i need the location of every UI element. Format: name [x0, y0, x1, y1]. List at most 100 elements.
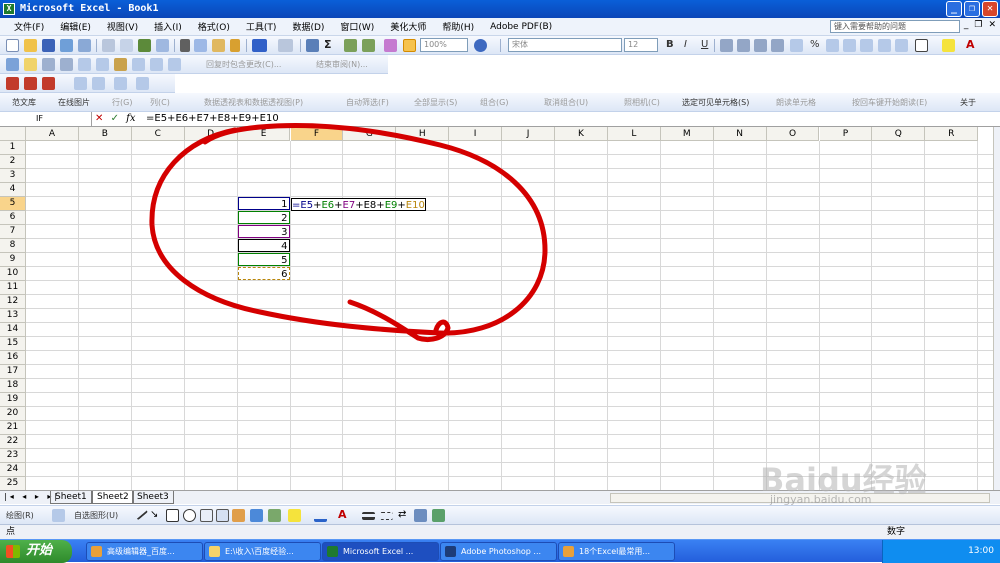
- tool-icon-d[interactable]: [136, 77, 149, 90]
- pdf-convert-icon[interactable]: [6, 77, 19, 90]
- draw-menu-button[interactable]: 绘图(R): [6, 510, 34, 521]
- select-all-corner[interactable]: [0, 127, 26, 141]
- group-button[interactable]: 组合(G): [480, 97, 508, 108]
- select-objects-icon[interactable]: [52, 509, 65, 522]
- autosum-icon[interactable]: Σ: [324, 39, 337, 52]
- paste-icon[interactable]: [212, 39, 225, 52]
- review-icon-1[interactable]: [6, 58, 19, 71]
- pivot-table-button[interactable]: 数据透视表和数据透视图(P): [204, 97, 303, 108]
- cell-E9[interactable]: 5: [237, 253, 291, 266]
- column-header-F[interactable]: F: [290, 127, 344, 141]
- menu-tools[interactable]: 工具(T): [238, 20, 285, 33]
- menu-help[interactable]: 帮助(H): [434, 20, 482, 33]
- review-icon-6[interactable]: [96, 58, 109, 71]
- review-icon-10[interactable]: [168, 58, 181, 71]
- column-header-C[interactable]: C: [131, 127, 185, 141]
- italic-button[interactable]: I: [684, 39, 687, 50]
- line-style-icon[interactable]: [362, 512, 375, 520]
- menu-view[interactable]: 视图(V): [99, 20, 146, 33]
- clock[interactable]: 13:00: [968, 546, 994, 556]
- row-header-20[interactable]: 20: [0, 407, 26, 421]
- fill-color-draw-icon[interactable]: [288, 509, 301, 522]
- column-header-P[interactable]: P: [819, 127, 873, 141]
- task-explorer[interactable]: E:\收入\百度经验...: [204, 542, 321, 561]
- open-icon[interactable]: [24, 39, 37, 52]
- chart-wizard-icon[interactable]: [384, 39, 397, 52]
- online-images-button[interactable]: 在线图片: [58, 97, 90, 108]
- review-icon-7[interactable]: [114, 58, 127, 71]
- comma-style-icon[interactable]: [826, 39, 839, 52]
- line-icon[interactable]: [132, 505, 149, 521]
- column-header-K[interactable]: K: [555, 127, 608, 141]
- save-icon[interactable]: [42, 39, 55, 52]
- select-visible-cells-button[interactable]: 选定可见单元格(S): [682, 97, 749, 108]
- column-header-B[interactable]: B: [78, 127, 132, 141]
- menu-edit[interactable]: 编辑(E): [52, 20, 99, 33]
- align-left-icon[interactable]: [720, 39, 733, 52]
- print-icon[interactable]: [102, 39, 115, 52]
- decrease-indent-icon[interactable]: [878, 39, 891, 52]
- row-header-15[interactable]: 15: [0, 337, 26, 351]
- font-size-select[interactable]: 12: [624, 38, 658, 52]
- row-header-18[interactable]: 18: [0, 379, 26, 393]
- vertical-scrollbar[interactable]: [993, 127, 1000, 490]
- underline-button[interactable]: U: [701, 39, 708, 50]
- row-header-16[interactable]: 16: [0, 351, 26, 365]
- row-header-13[interactable]: 13: [0, 309, 26, 323]
- end-review-button[interactable]: 结束审阅(N)...: [316, 59, 368, 70]
- camera-button[interactable]: 照相机(C): [624, 97, 660, 108]
- row-header-11[interactable]: 11: [0, 281, 26, 295]
- row-header-9[interactable]: 9: [0, 253, 26, 267]
- ungroup-button[interactable]: 取消组合(U): [544, 97, 588, 108]
- reply-with-changes-button[interactable]: 回复时包含更改(C)...: [206, 59, 281, 70]
- cell-E7[interactable]: 3: [237, 225, 291, 238]
- menu-beautify[interactable]: 美化大师: [382, 20, 434, 33]
- row-header-24[interactable]: 24: [0, 463, 26, 477]
- column-header-N[interactable]: N: [713, 127, 767, 141]
- menu-adobe-pdf[interactable]: Adobe PDF(B): [482, 22, 560, 32]
- 3d-icon[interactable]: [432, 509, 445, 522]
- insert-function-icon[interactable]: fx: [126, 113, 135, 124]
- read-on-enter-button[interactable]: 按回车键开始朗读(E): [852, 97, 927, 108]
- row-header-12[interactable]: 12: [0, 295, 26, 309]
- permission-icon[interactable]: [60, 39, 73, 52]
- menu-file[interactable]: 文件(F): [6, 20, 52, 33]
- pdf-review-icon[interactable]: [42, 77, 55, 90]
- column-header-H[interactable]: H: [396, 127, 450, 141]
- borders-icon[interactable]: [915, 39, 928, 52]
- autofilter-button[interactable]: 自动筛选(F): [346, 97, 389, 108]
- row-header-1[interactable]: 1: [0, 141, 26, 155]
- format-painter-icon[interactable]: [230, 39, 240, 52]
- task-browser[interactable]: 高级编辑器_百度...: [86, 542, 203, 561]
- wordart-icon[interactable]: [232, 509, 245, 522]
- shadow-icon[interactable]: [414, 509, 427, 522]
- row-header-4[interactable]: 4: [0, 183, 26, 197]
- align-right-icon[interactable]: [754, 39, 767, 52]
- arrow-icon[interactable]: ↘: [150, 509, 163, 522]
- enter-icon[interactable]: ✓: [111, 113, 119, 124]
- sort-ascending-icon[interactable]: [344, 39, 357, 52]
- merge-center-icon[interactable]: [771, 39, 784, 52]
- read-cells-button[interactable]: 朗读单元格: [776, 97, 816, 108]
- column-header-D[interactable]: D: [184, 127, 238, 141]
- workbook-minimize-icon[interactable]: _: [964, 20, 969, 30]
- column-header-E[interactable]: E: [237, 127, 291, 141]
- column-header-Q[interactable]: Q: [872, 127, 926, 141]
- show-all-button[interactable]: 全部显示(S): [414, 97, 457, 108]
- email-icon[interactable]: [78, 39, 91, 52]
- increase-indent-icon[interactable]: [895, 39, 908, 52]
- decrease-decimal-icon[interactable]: [860, 39, 873, 52]
- name-box[interactable]: IF: [0, 112, 92, 126]
- review-icon-5[interactable]: [78, 58, 91, 71]
- menu-window[interactable]: 窗口(W): [332, 20, 382, 33]
- cut-icon[interactable]: [180, 39, 190, 52]
- percent-button[interactable]: %: [810, 39, 820, 50]
- line-color-icon[interactable]: [314, 509, 327, 522]
- drawing-toggle-icon[interactable]: [403, 39, 416, 52]
- menu-insert[interactable]: 插入(I): [146, 20, 190, 33]
- task-browser-2[interactable]: 18个Excel最常用...: [558, 542, 675, 561]
- zoom-select[interactable]: 100%: [420, 38, 468, 52]
- help-search-input[interactable]: 键入需要帮助的问题: [830, 20, 960, 33]
- tool-icon-a[interactable]: [74, 77, 87, 90]
- row-header-19[interactable]: 19: [0, 393, 26, 407]
